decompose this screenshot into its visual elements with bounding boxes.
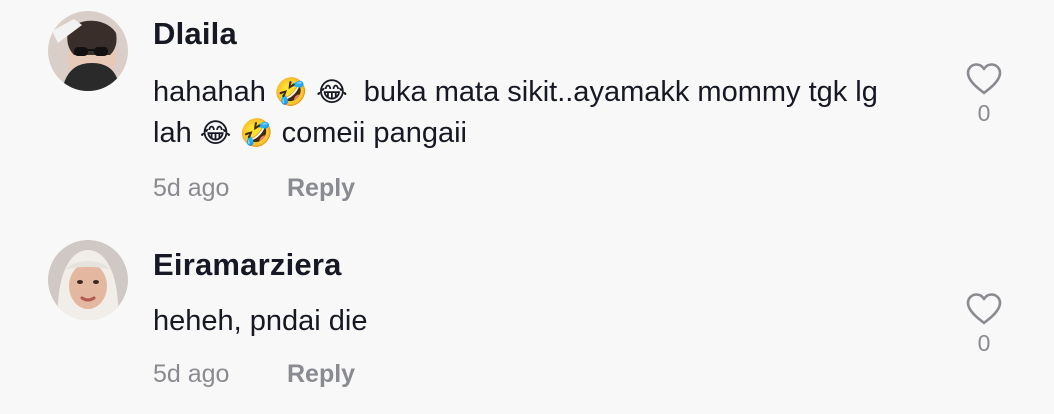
reply-button[interactable]: Reply bbox=[287, 360, 355, 389]
comment-timestamp: 5d ago bbox=[153, 174, 230, 202]
heart-outline-icon bbox=[966, 293, 1002, 325]
avatar-image bbox=[48, 11, 128, 91]
reply-button[interactable]: Reply bbox=[287, 174, 355, 203]
like-button[interactable]: 0 bbox=[962, 62, 1006, 127]
laughing-emoji: 🤣 😂 bbox=[273, 77, 348, 108]
comment-text: hahahah 🤣 😂 buka mata sikit..ayamakk mom… bbox=[153, 72, 943, 154]
comment-text-part: hahahah bbox=[153, 76, 266, 108]
avatar[interactable] bbox=[48, 11, 128, 91]
like-count: 0 bbox=[977, 100, 991, 126]
comment-text: heheh, pndai die bbox=[153, 305, 368, 337]
like-count: 0 bbox=[977, 330, 991, 356]
comment-username[interactable]: Dlaila bbox=[153, 16, 237, 52]
avatar-image bbox=[48, 240, 128, 320]
comment-text-part: buka mata sikit..ayamakk mommy tgk lg bbox=[363, 76, 878, 108]
comment-username[interactable]: Eiramarziera bbox=[153, 247, 342, 283]
like-button[interactable]: 0 bbox=[962, 292, 1006, 357]
comment-text-part: lah bbox=[153, 117, 192, 149]
comment-text-part: comeii pangaii bbox=[281, 117, 467, 149]
laughing-emoji: 😂 🤣 bbox=[199, 118, 274, 149]
avatar[interactable] bbox=[48, 240, 128, 320]
heart-outline-icon bbox=[966, 63, 1002, 95]
comment-timestamp: 5d ago bbox=[153, 360, 230, 388]
